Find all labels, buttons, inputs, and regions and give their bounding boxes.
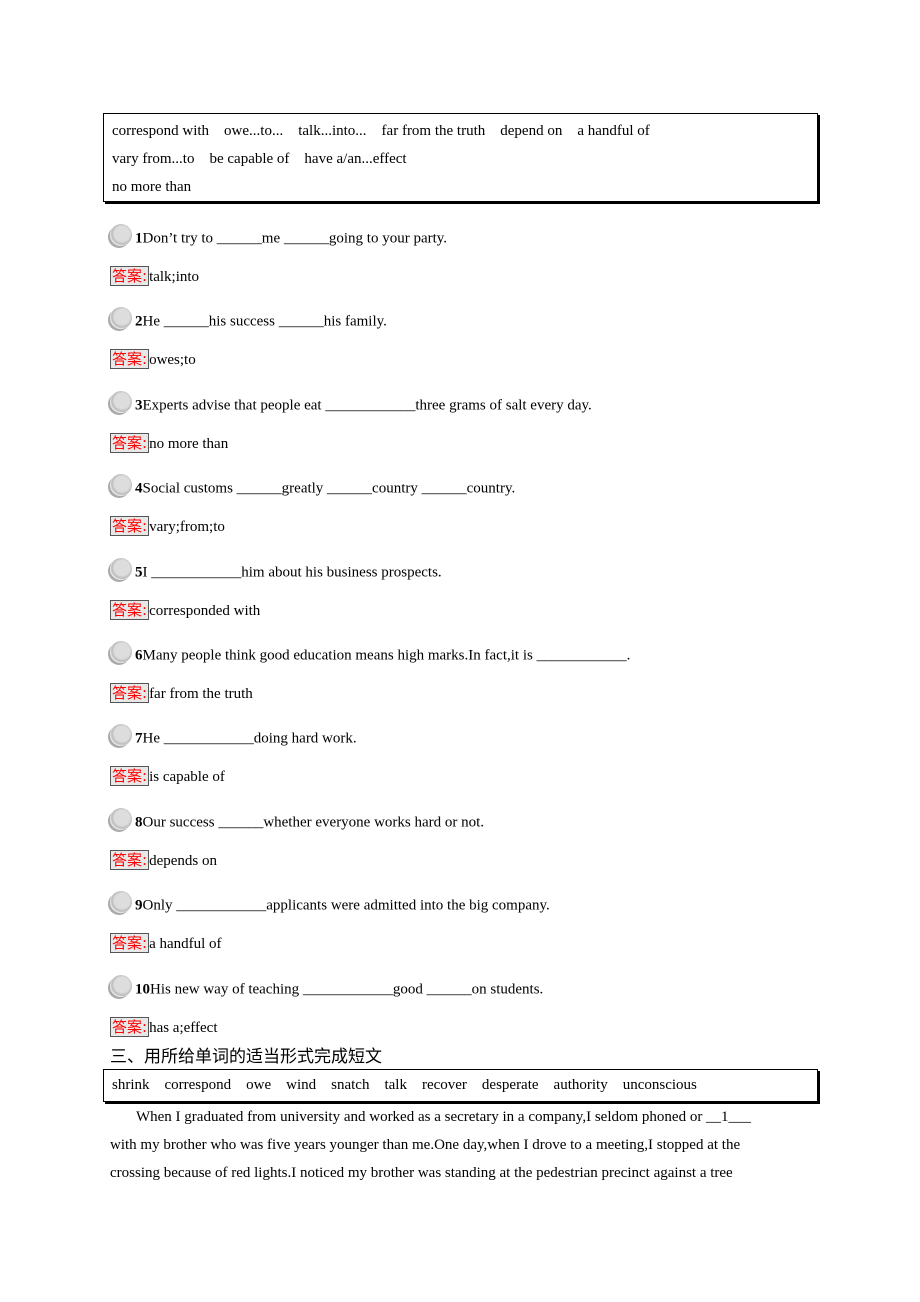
- question-item: 3Experts advise that people eat ________…: [110, 390, 592, 417]
- phrase-box: correspond with owe...to... talk...into.…: [103, 113, 818, 202]
- answer-tag: 答案:: [110, 1016, 150, 1037]
- answer-text: depends on: [149, 852, 217, 869]
- question-text: Social customs ______greatly ______count…: [142, 480, 516, 497]
- answer-text: no more than: [149, 435, 229, 452]
- question-number: 3: [135, 397, 143, 414]
- section-heading: 三、用所给单词的适当形式完成短文: [110, 1047, 382, 1067]
- answer-tag: 答案:: [110, 683, 150, 703]
- question-text: His new way of teaching ____________good…: [150, 981, 544, 998]
- answer-tag: 答案:: [110, 849, 150, 870]
- answer-text: far from the truth: [149, 686, 253, 702]
- answer-item: 答案: corresponded with: [110, 599, 260, 620]
- question-number: 8: [135, 814, 143, 831]
- bullet-icon: [110, 641, 132, 663]
- answer-text: owes;to: [149, 352, 196, 369]
- answer-item: 答案: has a;effect: [110, 1016, 218, 1037]
- question-item: 8Our success ______whether everyone work…: [110, 807, 485, 834]
- phrase-line: vary from...to be capable of have a/an..…: [112, 151, 407, 167]
- answer-text: talk;into: [149, 269, 200, 285]
- document-page: correspond with owe...to... talk...into.…: [0, 0, 920, 1302]
- bullet-icon: [110, 390, 132, 413]
- answer-item: 答案: owes;to: [110, 348, 196, 370]
- answer-tag: 答案:: [110, 766, 150, 787]
- paragraph-line: with my brother who was five years young…: [110, 1137, 741, 1153]
- question-text: Our success ______whether everyone works…: [142, 814, 485, 831]
- question-text: He ______his success ______his family.: [142, 313, 387, 330]
- answer-text: has a;effect: [149, 1019, 218, 1036]
- bullet-icon: [110, 807, 132, 830]
- answer-text: corresponded with: [149, 602, 261, 619]
- answer-item: 答案: is capable of: [110, 765, 225, 787]
- answer-text: vary;from;to: [149, 519, 225, 536]
- question-item: 6Many people think good education means …: [110, 641, 631, 667]
- answer-tag: 答案:: [110, 599, 150, 620]
- answer-text: a handful of: [149, 936, 222, 953]
- answer-tag: 答案:: [110, 266, 150, 286]
- question-item: 5I ____________him about his business pr…: [110, 557, 442, 584]
- question-text: Only ____________applicants were admitte…: [142, 897, 550, 914]
- question-number: 1: [135, 230, 143, 247]
- bullet-icon: [110, 474, 132, 497]
- question-item: 4Social customs ______greatly ______coun…: [110, 474, 516, 500]
- bullet-icon: [110, 224, 132, 246]
- paragraph-line: When I graduated from university and wor…: [110, 1109, 752, 1125]
- question-text: He ____________doing hard work.: [142, 730, 357, 747]
- bullet-icon: [110, 557, 132, 580]
- answer-tag: 答案:: [110, 516, 150, 537]
- answer-item: 答案: a handful of: [110, 932, 222, 954]
- word-box: shrink correspond owe wind snatch talk r…: [103, 1069, 818, 1102]
- question-text: I ____________him about his business pro…: [142, 564, 442, 581]
- question-number: 6: [135, 647, 143, 664]
- question-number: 5: [135, 564, 143, 581]
- bullet-icon: [110, 724, 132, 747]
- phrase-line: correspond with owe...to... talk...into.…: [112, 123, 650, 139]
- word-list: shrink correspond owe wind snatch talk r…: [112, 1077, 697, 1093]
- question-number: 7: [135, 730, 143, 747]
- answer-tag: 答案:: [110, 349, 150, 370]
- answer-item: 答案: far from the truth: [110, 682, 253, 703]
- answer-text: is capable of: [149, 769, 225, 786]
- answer-item: 答案: vary;from;to: [110, 515, 225, 537]
- question-text: Don’t try to ______me ______going to you…: [142, 230, 448, 247]
- answer-item: 答案: talk;into: [110, 265, 199, 286]
- bullet-icon: [110, 307, 132, 330]
- answer-tag: 答案:: [110, 432, 150, 453]
- question-item: 10His new way of teaching ____________go…: [110, 974, 544, 1001]
- question-text: Many people think good education means h…: [142, 647, 631, 664]
- question-item: 2He ______his success ______his family.: [110, 307, 387, 333]
- paragraph-line: crossing because of red lights.I noticed…: [110, 1165, 733, 1181]
- question-number: 10: [135, 981, 150, 998]
- bullet-icon: [110, 974, 132, 997]
- answer-item: 答案: depends on: [110, 849, 217, 870]
- question-text: Experts advise that people eat _________…: [142, 397, 592, 414]
- question-number: 4: [135, 480, 143, 497]
- question-item: 9Only ____________applicants were admitt…: [110, 891, 550, 917]
- answer-item: 答案: no more than: [110, 432, 228, 453]
- answer-tag: 答案:: [110, 933, 150, 954]
- phrase-line: no more than: [112, 179, 192, 195]
- question-number: 2: [135, 313, 143, 330]
- bullet-icon: [110, 891, 132, 914]
- question-number: 9: [135, 897, 143, 914]
- question-item: 1Don’t try to ______me ______going to yo…: [110, 224, 448, 250]
- question-item: 7He ____________doing hard work.: [110, 724, 357, 750]
